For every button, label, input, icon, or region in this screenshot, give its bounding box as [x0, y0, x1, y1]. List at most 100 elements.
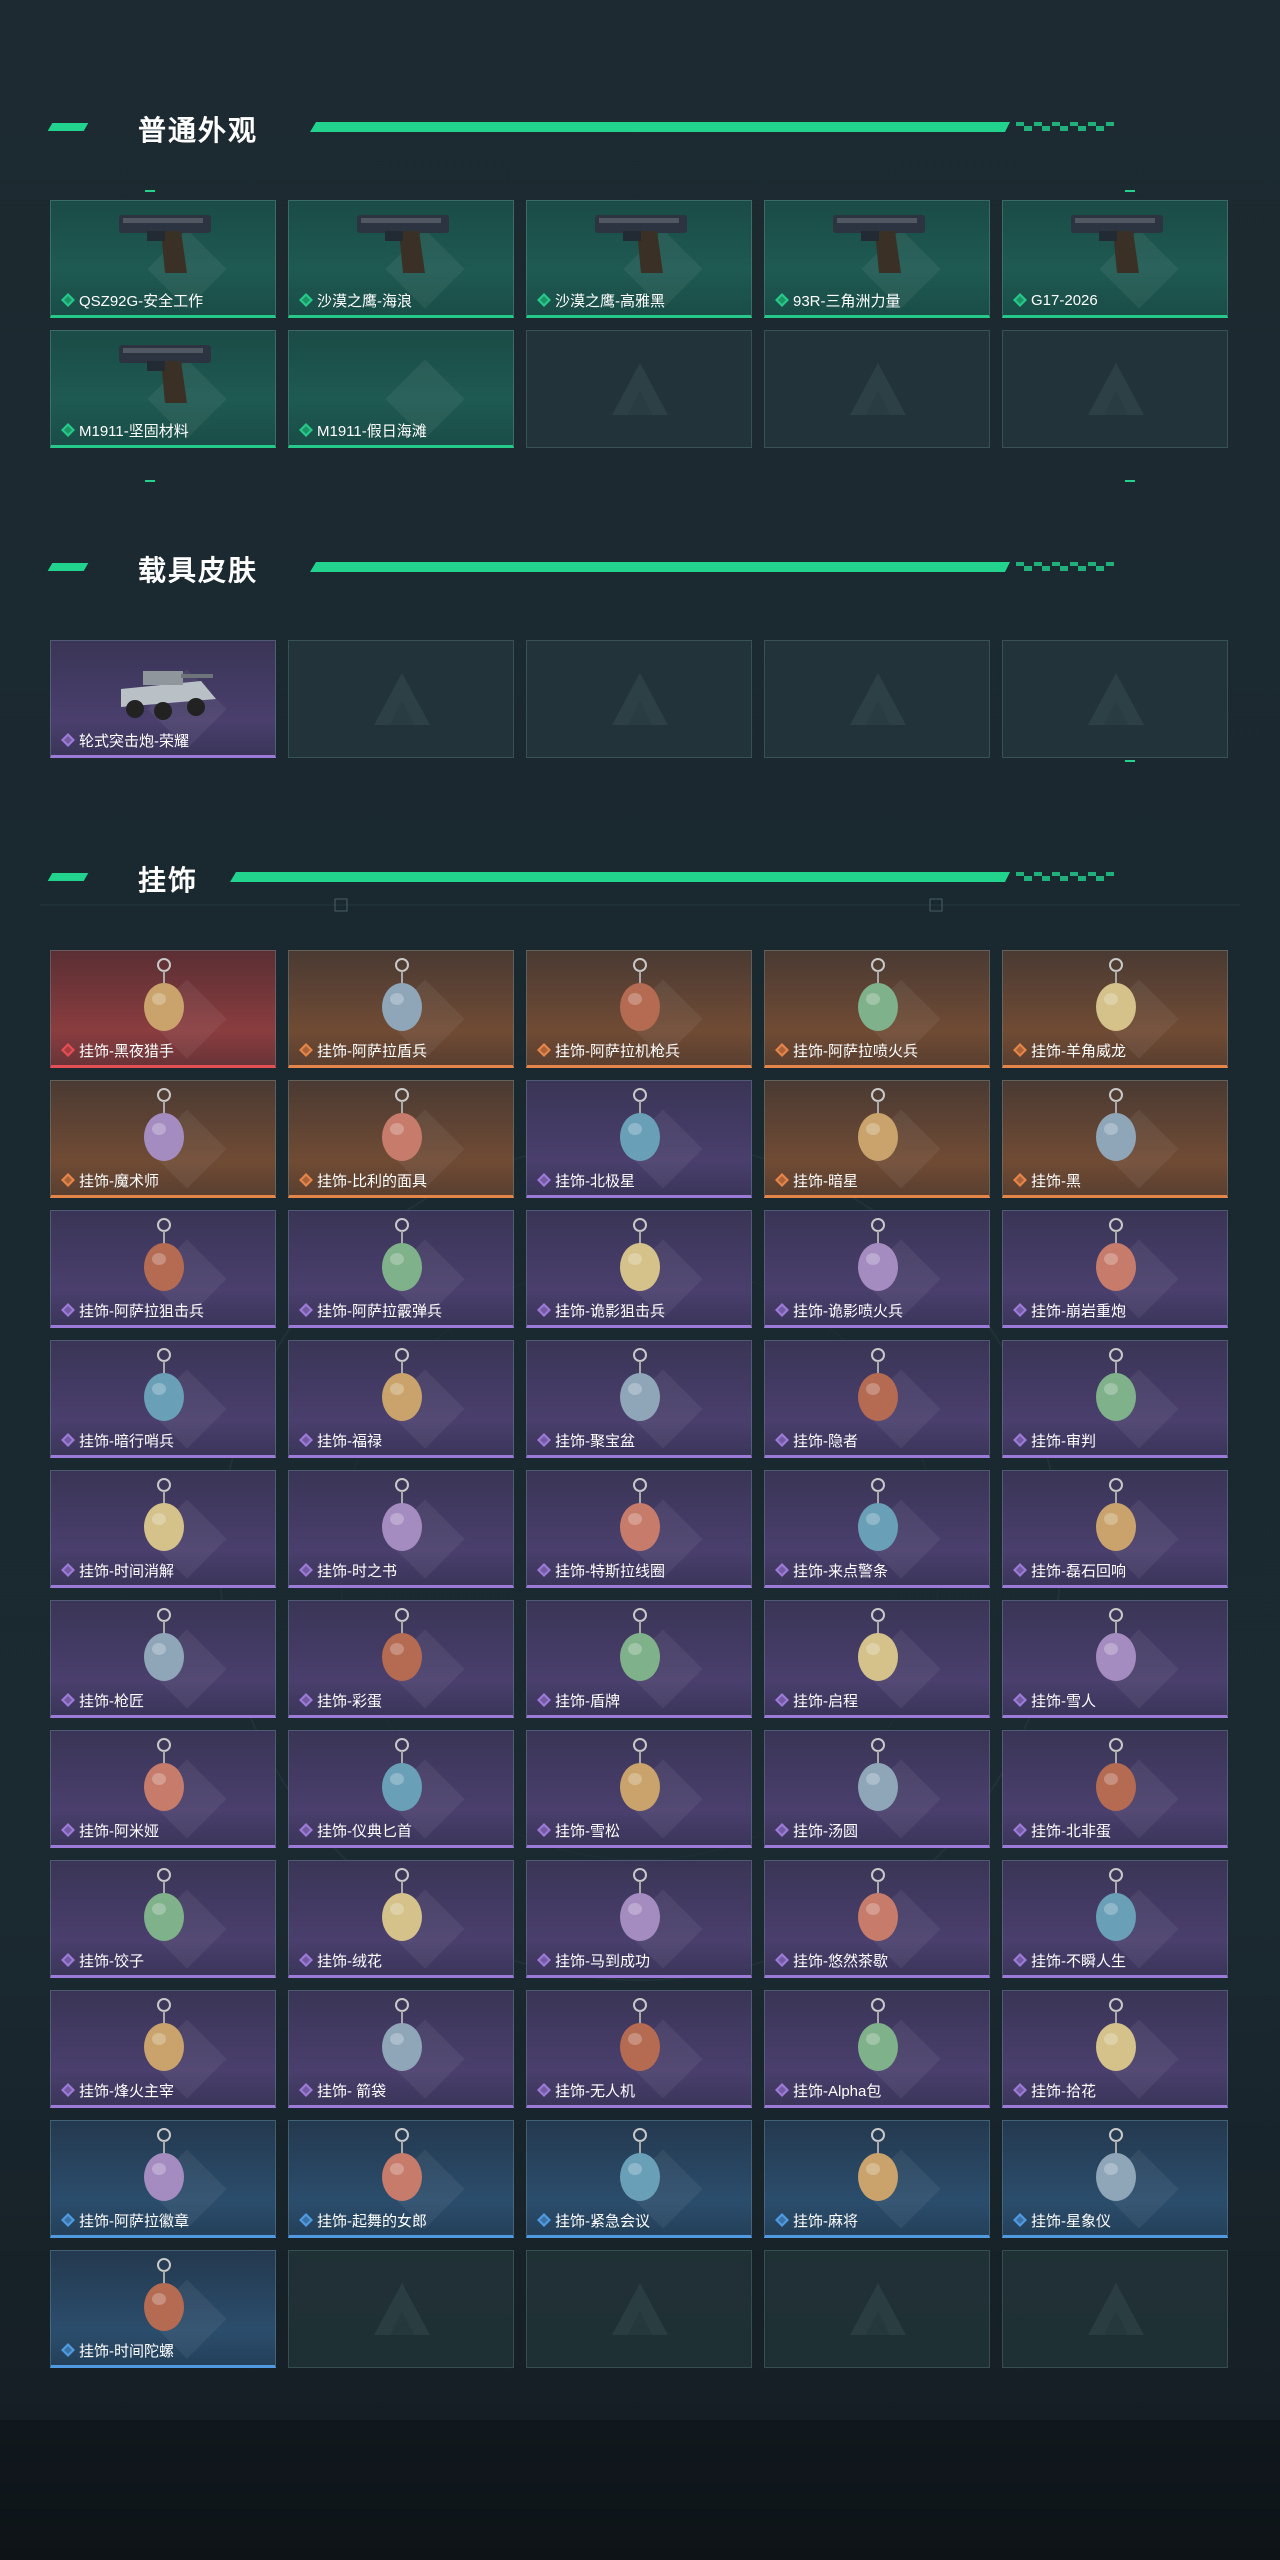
item-card[interactable]: 挂饰-北极星 — [526, 1080, 752, 1198]
item-card[interactable]: 挂饰-崩岩重炮 — [1002, 1210, 1228, 1328]
rarity-diamond-icon — [299, 1693, 313, 1707]
item-card[interactable]: QSZ92G-安全工作 — [50, 200, 276, 318]
item-name: 挂饰-崩岩重炮 — [1031, 1302, 1126, 1320]
rarity-diamond-icon — [1013, 293, 1027, 307]
item-card[interactable]: 沙漠之鹰-高雅黑 — [526, 200, 752, 318]
item-card[interactable]: 挂饰-特斯拉线圈 — [526, 1470, 752, 1588]
item-card[interactable]: 挂饰-时间消解 — [50, 1470, 276, 1588]
item-card[interactable]: 挂饰-阿米娅 — [50, 1730, 276, 1848]
section-title: 普通外观 — [138, 115, 259, 146]
item-name: 挂饰-磊石回响 — [1031, 1562, 1126, 1580]
item-card[interactable]: G17-2026 — [1002, 200, 1228, 318]
item-card[interactable]: 挂饰-羊角威龙 — [1002, 950, 1228, 1068]
item-card[interactable]: 挂饰-暗行哨兵 — [50, 1340, 276, 1458]
rarity-diamond-icon — [537, 2083, 551, 2097]
item-card[interactable]: 挂饰-盾牌 — [526, 1600, 752, 1718]
item-card[interactable]: 挂饰-阿萨拉徽章 — [50, 2120, 276, 2238]
item-name: 挂饰-时之书 — [317, 1562, 397, 1580]
item-card[interactable]: 挂饰-磊石回响 — [1002, 1470, 1228, 1588]
item-card[interactable]: 挂饰-仪典匕首 — [288, 1730, 514, 1848]
item-label: 挂饰-魔术师 — [61, 1170, 159, 1190]
item-card[interactable]: 挂饰-魔术师 — [50, 1080, 276, 1198]
item-card[interactable]: 挂饰-悠然茶歇 — [764, 1860, 990, 1978]
item-card[interactable]: M1911-假日海滩 — [288, 330, 514, 448]
item-name: 挂饰-马到成功 — [555, 1952, 650, 1970]
item-card[interactable]: 挂饰-雪松 — [526, 1730, 752, 1848]
rarity-diamond-icon — [537, 1693, 551, 1707]
rarity-diamond-icon — [1013, 1433, 1027, 1447]
item-card[interactable]: 挂饰-紧急会议 — [526, 2120, 752, 2238]
item-card[interactable]: M1911-坚固材料 — [50, 330, 276, 448]
item-card[interactable]: 挂饰-无人机 — [526, 1990, 752, 2108]
item-card[interactable]: 挂饰-拾花 — [1002, 1990, 1228, 2108]
empty-slot — [526, 2250, 752, 2368]
rarity-diamond-icon — [299, 2213, 313, 2227]
item-card[interactable]: 沙漠之鹰-海浪 — [288, 200, 514, 318]
rarity-diamond-icon — [1013, 1303, 1027, 1317]
placeholder-logo-icon — [850, 363, 906, 415]
item-card[interactable]: 挂饰-起舞的女郎 — [288, 2120, 514, 2238]
item-card[interactable]: 挂饰-隐者 — [764, 1340, 990, 1458]
item-name: 挂饰-不瞬人生 — [1031, 1952, 1126, 1970]
placeholder-logo-icon — [1088, 363, 1144, 415]
item-label: 挂饰-阿萨拉狙击兵 — [61, 1300, 204, 1320]
item-card[interactable]: 挂饰-阿萨拉霰弹兵 — [288, 1210, 514, 1328]
item-card[interactable]: 轮式突击炮-荣耀 — [50, 640, 276, 758]
item-card[interactable]: 挂饰-枪匠 — [50, 1600, 276, 1718]
item-name: 挂饰-星象仪 — [1031, 2212, 1111, 2230]
item-card[interactable]: 挂饰-马到成功 — [526, 1860, 752, 1978]
item-card[interactable]: 挂饰-汤圆 — [764, 1730, 990, 1848]
item-card[interactable]: 挂饰-诡影狙击兵 — [526, 1210, 752, 1328]
rarity-diamond-icon — [1013, 1953, 1027, 1967]
item-label: 挂饰-暗行哨兵 — [61, 1430, 174, 1450]
item-card[interactable]: 挂饰-Alpha包 — [764, 1990, 990, 2108]
item-card[interactable]: 挂饰-阿萨拉狙击兵 — [50, 1210, 276, 1328]
item-card[interactable]: 挂饰-福禄 — [288, 1340, 514, 1458]
item-card[interactable]: 挂饰-不瞬人生 — [1002, 1860, 1228, 1978]
header-bar — [310, 561, 1230, 573]
item-card[interactable]: 挂饰-阿萨拉机枪兵 — [526, 950, 752, 1068]
item-card[interactable]: 挂饰-聚宝盆 — [526, 1340, 752, 1458]
item-card[interactable]: 挂饰-阿萨拉喷火兵 — [764, 950, 990, 1068]
item-card[interactable]: 挂饰- 箭袋 — [288, 1990, 514, 2108]
item-name: 挂饰-起舞的女郎 — [317, 2212, 427, 2230]
item-label: 挂饰-悠然茶歇 — [775, 1950, 888, 1970]
item-card[interactable]: 挂饰-星象仪 — [1002, 2120, 1228, 2238]
item-card[interactable]: 挂饰-彩蛋 — [288, 1600, 514, 1718]
item-card[interactable]: 挂饰-绒花 — [288, 1860, 514, 1978]
item-card[interactable]: 挂饰-比利的面具 — [288, 1080, 514, 1198]
item-card[interactable]: 挂饰-时间陀螺 — [50, 2250, 276, 2368]
item-label: 挂饰-紧急会议 — [537, 2210, 650, 2230]
placeholder-logo-icon — [1088, 673, 1144, 725]
item-card[interactable]: 挂饰-北非蛋 — [1002, 1730, 1228, 1848]
item-label: 挂饰- 箭袋 — [299, 2080, 386, 2100]
rarity-diamond-icon — [61, 1303, 75, 1317]
rarity-diamond-icon — [299, 1953, 313, 1967]
item-name: 挂饰-盾牌 — [555, 1692, 620, 1710]
rarity-diamond-icon — [61, 2083, 75, 2097]
item-card[interactable]: 93R-三角洲力量 — [764, 200, 990, 318]
placeholder-logo-icon — [612, 363, 668, 415]
item-card[interactable]: 挂饰-雪人 — [1002, 1600, 1228, 1718]
item-card[interactable]: 挂饰-审判 — [1002, 1340, 1228, 1458]
item-label: 挂饰-特斯拉线圈 — [537, 1560, 665, 1580]
item-card[interactable]: 挂饰-黑 — [1002, 1080, 1228, 1198]
item-name: 挂饰-彩蛋 — [317, 1692, 382, 1710]
item-name: M1911-假日海滩 — [317, 422, 427, 440]
rarity-diamond-icon — [775, 1563, 789, 1577]
item-label: 挂饰-北极星 — [537, 1170, 635, 1190]
item-card[interactable]: 挂饰-麻将 — [764, 2120, 990, 2238]
item-card[interactable]: 挂饰-来点警条 — [764, 1470, 990, 1588]
item-card[interactable]: 挂饰-启程 — [764, 1600, 990, 1718]
item-card[interactable]: 挂饰-暗星 — [764, 1080, 990, 1198]
item-card[interactable]: 挂饰-饺子 — [50, 1860, 276, 1978]
item-card[interactable]: 挂饰-烽火主宰 — [50, 1990, 276, 2108]
item-card[interactable]: 挂饰-诡影喷火兵 — [764, 1210, 990, 1328]
item-label: 挂饰-聚宝盆 — [537, 1430, 635, 1450]
rarity-diamond-icon — [775, 2213, 789, 2227]
item-card[interactable]: 挂饰-阿萨拉盾兵 — [288, 950, 514, 1068]
item-card[interactable]: 挂饰-时之书 — [288, 1470, 514, 1588]
item-name: 挂饰-阿萨拉徽章 — [79, 2212, 189, 2230]
item-name: 挂饰-仪典匕首 — [317, 1822, 412, 1840]
item-card[interactable]: 挂饰-黑夜猎手 — [50, 950, 276, 1068]
